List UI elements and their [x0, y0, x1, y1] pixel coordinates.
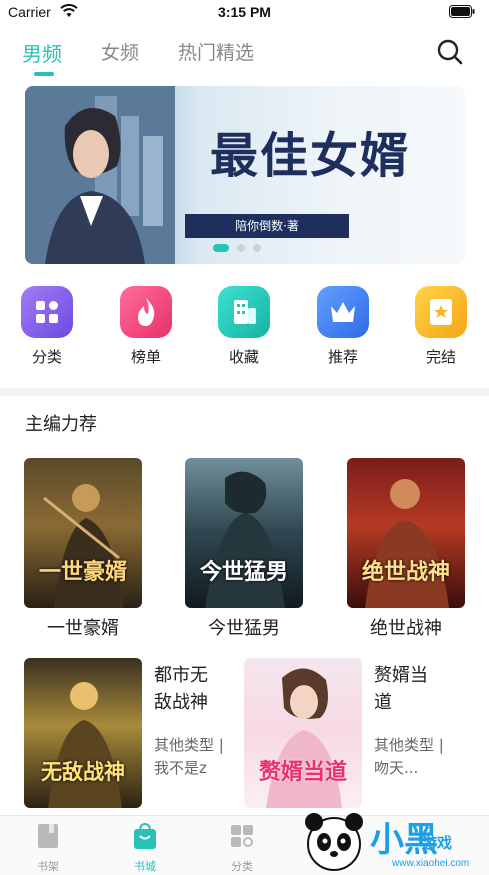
book-cover: 赘婿当道 — [244, 658, 362, 808]
category-label: 推荐 — [327, 348, 358, 366]
tab-hot[interactable]: 热门精选 — [178, 38, 254, 65]
book-cover: 绝世战神 — [347, 458, 465, 608]
book-title: 都市无敌战神 — [154, 665, 208, 713]
category-label: 榜单 — [130, 348, 161, 366]
book-cover: 一世豪婿 — [24, 458, 142, 608]
tab-male[interactable]: 男频 — [22, 38, 62, 67]
category-label: 完结 — [425, 348, 456, 366]
building-icon — [218, 286, 270, 338]
cover-title: 绝世战神 — [361, 559, 450, 585]
nav-label: 书架 — [37, 860, 59, 873]
book-list-item[interactable]: 赘婿当道 赘婿当道 其他类型 | 吻天... — [244, 658, 464, 808]
panda-logo-icon — [305, 813, 363, 871]
status-time: 3:15 PM — [218, 4, 271, 20]
top-tabs: 男频 女频 热门精选 — [0, 30, 489, 80]
nav-label: 分类 — [231, 860, 253, 873]
carousel-dot-active — [213, 244, 229, 252]
quick-category-row: 分类 榜单 收藏 推荐 完结 — [0, 286, 489, 376]
tab-indicator — [34, 72, 54, 76]
book-cover: 今世猛男 — [185, 458, 303, 608]
section-divider — [0, 388, 489, 396]
carousel-dot — [237, 244, 245, 252]
book-cover: 无敌战神 — [24, 658, 142, 808]
banner-title: 最佳女婿 — [209, 128, 410, 184]
book-card[interactable]: 绝世战神 绝世战神 — [347, 458, 465, 640]
grid-icon — [21, 286, 73, 338]
carousel-dot — [253, 244, 261, 252]
book-list-item[interactable]: 无敌战神 都市无敌战神 其他类型 | 我不是z — [24, 658, 239, 808]
watermark-url: www.xiaohei.com — [392, 858, 470, 869]
bookstore-icon — [134, 822, 156, 849]
category-classify[interactable]: 分类 — [13, 286, 81, 367]
nav-label: 书城 — [134, 860, 156, 873]
cover-title: 今世猛男 — [199, 559, 288, 585]
battery-icon — [449, 5, 475, 18]
banner-character-illustration — [25, 86, 175, 264]
search-icon[interactable] — [436, 38, 464, 66]
section-title: 主编力荐 — [25, 414, 97, 435]
category-label: 分类 — [31, 348, 62, 366]
book-meta: 其他类型 | 吻天... — [374, 736, 444, 777]
crown-icon — [317, 286, 369, 338]
book-title: 今世猛男 — [208, 618, 280, 639]
cover-title: 赘婿当道 — [258, 759, 347, 785]
cover-title: 无敌战神 — [41, 759, 125, 784]
bookshelf-icon — [38, 824, 58, 848]
book-title: 一世豪婿 — [47, 618, 119, 639]
category-recommend[interactable]: 推荐 — [309, 286, 377, 367]
category-ranking[interactable]: 榜单 — [112, 286, 180, 367]
nav-category[interactable]: 分类 — [212, 822, 272, 874]
category-completed[interactable]: 完结 — [407, 286, 475, 367]
banner-author: 陪你倒数·著 — [185, 214, 349, 238]
banner-carousel[interactable]: 最佳女婿 陪你倒数·著 — [25, 86, 465, 264]
star-book-icon — [415, 286, 467, 338]
cover-title: 一世豪婿 — [38, 559, 127, 585]
watermark: 小黑 游戏 www.xiaohei.com — [300, 808, 489, 875]
book-card[interactable]: 今世猛男 今世猛男 — [185, 458, 303, 640]
category-favorites[interactable]: 收藏 — [210, 286, 278, 367]
watermark-sub: 游戏 — [422, 834, 453, 852]
category-label: 收藏 — [228, 348, 259, 366]
flame-icon — [120, 286, 172, 338]
tab-female[interactable]: 女频 — [101, 38, 139, 65]
book-title: 绝世战神 — [370, 618, 442, 639]
book-title: 赘婿当道 — [374, 665, 428, 713]
book-card[interactable]: 一世豪婿 一世豪婿 — [24, 458, 142, 640]
nav-bookstore[interactable]: 书城 — [115, 822, 175, 874]
category-icon — [231, 825, 253, 847]
book-meta: 其他类型 | 我不是z — [154, 736, 224, 777]
nav-bookshelf[interactable]: 书架 — [18, 822, 78, 874]
status-bar: Carrier 3:15 PM — [0, 0, 489, 26]
